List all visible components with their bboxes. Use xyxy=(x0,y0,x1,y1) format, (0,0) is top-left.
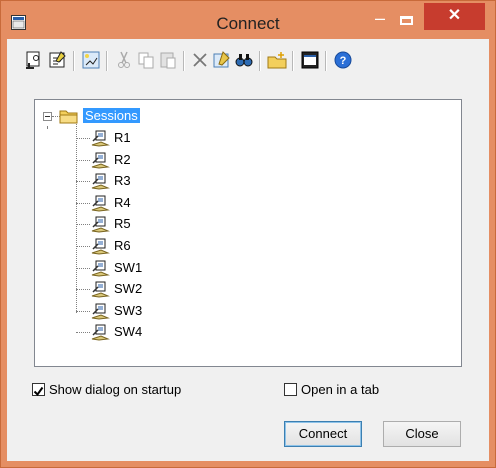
toolbar-separator xyxy=(259,51,261,71)
tree-connector xyxy=(76,310,90,312)
new-folder-icon[interactable] xyxy=(266,49,288,71)
session-icon xyxy=(90,129,110,147)
tree-connector xyxy=(76,267,90,269)
minimize-button[interactable]: – xyxy=(367,9,393,31)
tree-connector xyxy=(76,181,90,183)
session-icon xyxy=(90,237,110,255)
help-icon[interactable]: ? xyxy=(332,49,354,71)
new-session-icon[interactable] xyxy=(23,49,45,71)
session-item-r4[interactable]: R4 xyxy=(90,194,170,212)
tree-connector xyxy=(76,138,90,139)
tree-connector xyxy=(76,202,90,204)
rename-icon[interactable] xyxy=(211,49,233,71)
session-label: R2 xyxy=(114,151,131,167)
session-icon xyxy=(90,302,110,320)
session-label: R4 xyxy=(114,194,131,210)
session-label: R6 xyxy=(114,238,131,253)
session-icon xyxy=(90,194,110,212)
find-icon[interactable] xyxy=(233,49,255,71)
show-dialog-label[interactable]: Show dialog on startup xyxy=(49,382,181,397)
cut-icon[interactable] xyxy=(113,49,135,71)
session-item-sw3[interactable]: SW3 xyxy=(90,302,170,320)
session-label: SW3 xyxy=(114,302,143,318)
tree-connector xyxy=(76,246,90,247)
open-in-tab-checkbox[interactable] xyxy=(284,383,297,396)
session-icon xyxy=(90,280,110,298)
show-dialog-checkbox[interactable] xyxy=(32,383,45,397)
close-button[interactable]: Close xyxy=(383,421,461,447)
open-in-tab-label[interactable]: Open in a tab xyxy=(301,382,379,397)
close-window-button[interactable]: ✕ xyxy=(424,3,485,30)
delete-icon[interactable] xyxy=(189,49,211,71)
dialog-client-area: ? Sessions R1 R2 R3 R4 R5 R6 SW1 SW2 SW3 SW4 Show… xyxy=(7,39,489,461)
tree-connector xyxy=(76,289,90,291)
paste-icon[interactable] xyxy=(157,49,179,71)
tree-root-label: Sessions xyxy=(83,108,140,123)
connect-button[interactable]: Connect xyxy=(284,421,362,447)
title-bar[interactable]: Connect – ✕ xyxy=(1,1,495,39)
session-icon xyxy=(90,215,110,233)
toolbar-separator xyxy=(325,51,327,71)
session-item-sw2[interactable]: SW2 xyxy=(90,280,170,298)
properties-icon[interactable] xyxy=(47,49,69,71)
tree-connector xyxy=(76,332,90,334)
session-item-r2[interactable]: R2 xyxy=(90,151,170,169)
session-tree[interactable]: Sessions R1 R2 R3 R4 R5 R6 SW1 SW2 SW3 SW4 xyxy=(34,99,462,367)
session-item-r1[interactable]: R1 xyxy=(90,129,170,147)
connect-dialog: Connect – ✕ ? Sessions R1 R2 R3 R4 R5 R6… xyxy=(0,0,496,468)
tree-connector xyxy=(47,126,48,128)
session-item-r6[interactable]: R6 xyxy=(90,237,170,255)
toolbar-separator xyxy=(292,51,294,71)
svg-text:?: ? xyxy=(340,55,347,67)
session-label: R1 xyxy=(114,130,131,145)
tree-root-sessions[interactable]: Sessions xyxy=(59,107,179,125)
connect-terminal-icon[interactable] xyxy=(299,49,321,71)
create-shortcut-icon[interactable] xyxy=(80,49,102,71)
session-item-sw1[interactable]: SW1 xyxy=(90,259,170,277)
session-label: SW2 xyxy=(114,281,143,297)
session-item-sw4[interactable]: SW4 xyxy=(90,323,170,341)
tree-connector xyxy=(76,124,77,313)
collapse-expander[interactable] xyxy=(43,112,52,121)
session-item-r5[interactable]: R5 xyxy=(90,215,170,233)
session-icon xyxy=(90,151,110,169)
session-label: R5 xyxy=(114,216,131,232)
session-icon xyxy=(90,323,110,341)
folder-icon xyxy=(59,107,79,125)
session-label: SW4 xyxy=(114,324,143,340)
session-label: R3 xyxy=(114,173,131,189)
copy-icon[interactable] xyxy=(135,49,157,71)
toolbar-separator xyxy=(73,51,75,71)
session-label: SW1 xyxy=(114,259,143,275)
toolbar-separator xyxy=(183,51,185,71)
maximize-icon xyxy=(400,16,413,25)
session-icon xyxy=(90,172,110,190)
toolbar-separator xyxy=(106,51,108,71)
tree-connector xyxy=(76,159,90,161)
session-icon xyxy=(90,259,110,277)
session-item-r3[interactable]: R3 xyxy=(90,172,170,190)
toolbar: ? xyxy=(23,49,463,75)
tree-connector xyxy=(76,224,90,226)
maximize-button[interactable] xyxy=(393,11,421,31)
